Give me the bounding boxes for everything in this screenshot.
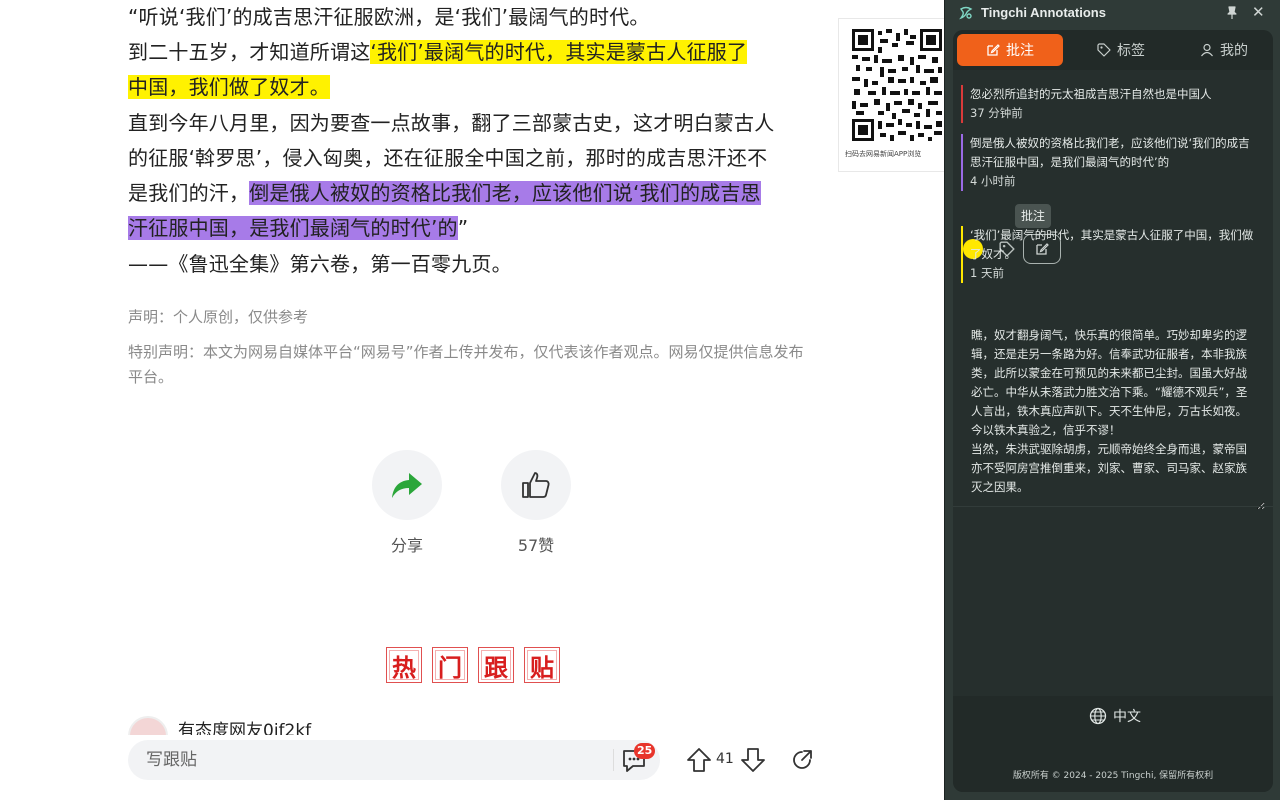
share-out-icon[interactable] bbox=[790, 748, 814, 772]
statement: 声明：个人原创，仅供参考 bbox=[128, 308, 309, 326]
divider bbox=[613, 749, 614, 771]
globe-icon bbox=[1089, 707, 1107, 725]
pin-icon[interactable] bbox=[1226, 6, 1238, 20]
comment-count-badge: 25 bbox=[634, 743, 656, 759]
tab-mine-label: 我的 bbox=[1220, 43, 1248, 59]
qr-code-icon bbox=[852, 29, 942, 145]
article-text: 到二十五岁，才知道所谓这 bbox=[128, 40, 371, 64]
purple-highlight[interactable]: 汗征服中国，是我们最阔气的时代’的 bbox=[128, 216, 458, 240]
panel-tabs: 批注 标签 我的 bbox=[953, 30, 1273, 70]
tag-icon bbox=[1097, 43, 1111, 57]
annotation-text: 倒是俄人被奴的资格比我们老，应该他们说‘我们的成吉思汗征服中国，是我们最阔气的时… bbox=[970, 136, 1250, 169]
hot-comments-title: 热 门 跟 贴 bbox=[386, 647, 560, 683]
article-text: 的征服‘斡罗思’，侵入匈奥，还在征服全中国之前，那时的成吉思汗还不 bbox=[128, 146, 768, 170]
close-icon[interactable]: ✕ bbox=[1252, 3, 1265, 21]
qr-caption: 扫码去网易新闻APP浏览 bbox=[845, 150, 922, 158]
annotation-panel: Tingchi Annotations ✕ 批注 标签 我的 忽必烈所追封的元太… bbox=[944, 0, 1280, 800]
article-line-1: “听说‘我们’的成吉思汗征服欧洲，是‘我们’最阔气的时代。 bbox=[128, 5, 650, 29]
reply-input[interactable] bbox=[128, 740, 660, 780]
yellow-highlight[interactable]: 中国，我们做了奴才。 bbox=[128, 75, 330, 99]
article-paragraph-3: 直到今年八月里，因为要查一点故事，翻了三部蒙古史，这才明白蒙古人 的征服‘斡罗思… bbox=[128, 106, 818, 246]
like-count-label: 57赞 bbox=[517, 536, 555, 555]
annotation-text: ‘我们’最阔气的时代，其实是蒙古人征服了中国，我们做了奴才。 bbox=[970, 228, 1254, 261]
special-statement: 特别声明：本文为网易自媒体平台“网易号”作者上传并发布，仅代表该作者观点。网易仅… bbox=[128, 343, 804, 386]
panel-body: 批注 标签 我的 忽必烈所追封的元太祖成吉思汗自然也是中国人 37 分钟前 倒是… bbox=[953, 30, 1273, 792]
arrow-up-icon[interactable] bbox=[686, 747, 712, 773]
hot-title-char: 跟 bbox=[478, 647, 514, 683]
annotation-item[interactable]: ‘我们’最阔气的时代，其实是蒙古人征服了中国，我们做了奴才。 1 天前 bbox=[961, 226, 1261, 283]
article-text: ” bbox=[457, 216, 469, 240]
edit-icon bbox=[987, 44, 1000, 56]
tab-tags-label: 标签 bbox=[1117, 43, 1145, 59]
note-textarea[interactable]: 瞧，奴才翻身阔气，快乐真的很简单。巧妙却卑劣的逻辑，还是走另一条路为好。信奉武功… bbox=[961, 322, 1265, 510]
tab-mine[interactable]: 我的 bbox=[1179, 34, 1269, 66]
article-source: ——《鲁迅全集》第六卷，第一百零九页。 bbox=[128, 252, 512, 276]
like-button[interactable] bbox=[501, 450, 571, 520]
panel-header: Tingchi Annotations ✕ bbox=[945, 0, 1280, 28]
purple-highlight[interactable]: 倒是俄人被奴的资格比我们老，应该他们说‘我们的成吉思 bbox=[249, 181, 761, 205]
divider bbox=[953, 506, 1273, 507]
annotation-text: 忽必烈所追封的元太祖成吉思汗自然也是中国人 bbox=[970, 87, 1212, 101]
article-text: 是我们的汗， bbox=[128, 181, 250, 205]
hot-title-char: 热 bbox=[386, 647, 422, 683]
annotation-time: 1 天前 bbox=[970, 266, 1004, 280]
yellow-highlight[interactable]: ‘我们’最阔气的时代，其实是蒙古人征服了 bbox=[370, 40, 748, 64]
article-text: 直到今年八月里，因为要查一点故事，翻了三部蒙古史，这才明白蒙古人 bbox=[128, 111, 775, 135]
user-icon bbox=[1201, 43, 1213, 57]
language-selector[interactable]: 中文 bbox=[1089, 706, 1141, 726]
share-button[interactable] bbox=[372, 450, 442, 520]
tab-tags[interactable]: 标签 bbox=[1071, 34, 1171, 66]
vote-count: 41 bbox=[716, 751, 734, 767]
thumbs-up-icon bbox=[522, 472, 550, 498]
hot-title-char: 门 bbox=[432, 647, 468, 683]
arrow-down-icon[interactable] bbox=[740, 747, 766, 773]
tingchi-logo-icon bbox=[959, 6, 973, 20]
hot-title-char: 贴 bbox=[524, 647, 560, 683]
annotation-item[interactable]: 忽必烈所追封的元太祖成吉思汗自然也是中国人 37 分钟前 bbox=[961, 85, 1261, 123]
annotation-item[interactable]: 倒是俄人被奴的资格比我们老，应该他们说‘我们的成吉思汗征服中国，是我们最阔气的时… bbox=[961, 134, 1261, 191]
panel-title: Tingchi Annotations bbox=[981, 5, 1106, 20]
article-paragraph-2: 到二十五岁，才知道所谓这‘我们’最阔气的时代，其实是蒙古人征服了 中国，我们做了… bbox=[128, 35, 818, 105]
qr-code-card: 扫码去网易新闻APP浏览 bbox=[838, 18, 944, 172]
copyright: 版权所有 © 2024 - 2025 Tingchi, 保留所有权利 bbox=[1012, 771, 1214, 781]
article-pane: “听说‘我们’的成吉思汗征服欧洲，是‘我们’最阔气的时代。 到二十五岁，才知道所… bbox=[0, 0, 944, 800]
language-label: 中文 bbox=[1113, 709, 1141, 725]
tooltip: 批注 bbox=[1015, 204, 1052, 228]
annotation-time: 4 小时前 bbox=[970, 174, 1016, 188]
tab-annotate[interactable]: 批注 bbox=[957, 34, 1063, 66]
share-label: 分享 bbox=[390, 536, 423, 555]
share-arrow-icon bbox=[392, 473, 422, 498]
bottom-bar: 25 41 bbox=[0, 735, 944, 800]
tab-annotate-label: 批注 bbox=[1006, 43, 1034, 59]
panel-footer: 中文 版权所有 © 2024 - 2025 Tingchi, 保留所有权利 bbox=[953, 696, 1273, 792]
annotation-time: 37 分钟前 bbox=[970, 106, 1023, 120]
